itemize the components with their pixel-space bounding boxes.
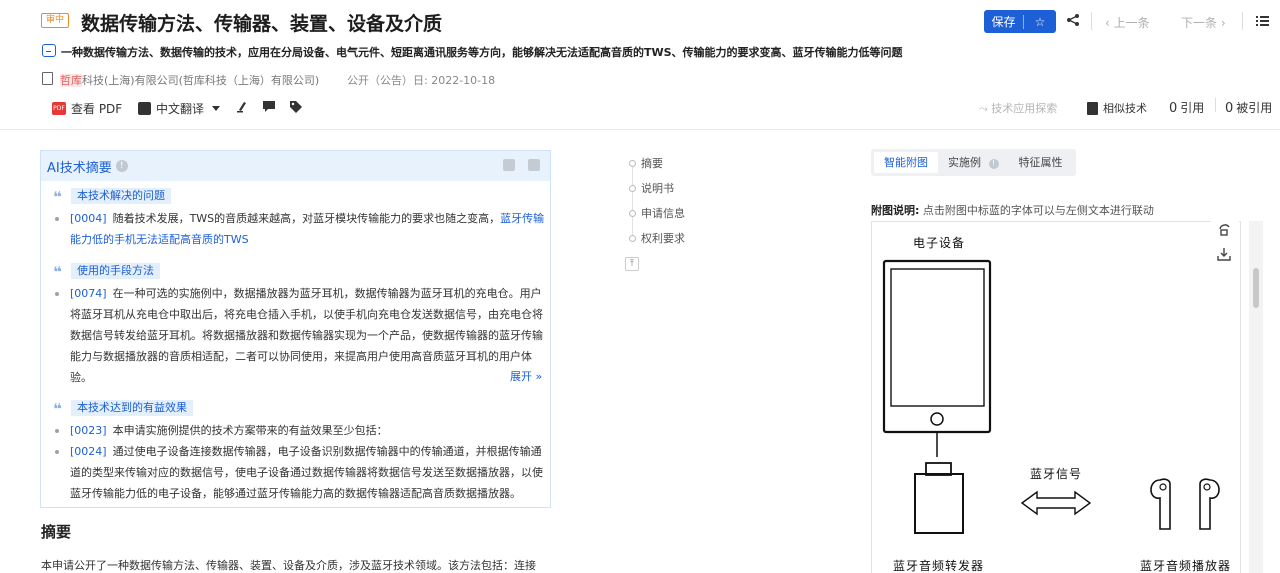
prev-record-button[interactable]: ‹ 上一条	[1105, 14, 1150, 31]
cited-by-count[interactable]: 0 被引用	[1225, 99, 1272, 116]
translate-dropdown[interactable]: 中文翻译	[138, 100, 221, 117]
building-icon	[42, 72, 53, 85]
tech-subtitle: 一种数据传输方法、数据传输的技术，应用在分局设备、电气元件、短距离通讯服务等方向…	[61, 46, 903, 59]
outline-line	[632, 160, 633, 240]
quote-icon: ❝	[53, 188, 62, 206]
ai-summary-header: AI技术摘要 !	[41, 151, 550, 181]
outline-item-abstract[interactable]: 摘要	[629, 155, 663, 171]
paragraph-ref-link[interactable]: [0023]	[70, 424, 107, 437]
figure-label-signal[interactable]: 蓝牙信号	[1030, 465, 1082, 482]
figure-toolbar	[1211, 221, 1239, 267]
download-icon[interactable]	[1217, 247, 1231, 261]
outline-item-description[interactable]: 说明书	[629, 180, 674, 196]
chevron-right-icon: ›	[1217, 16, 1226, 30]
ai-summary-title: AI技术摘要	[47, 160, 112, 176]
divider	[1091, 12, 1092, 30]
thumbs-down-icon[interactable]	[528, 159, 540, 171]
expand-button[interactable]: 展开 »	[510, 368, 542, 384]
similar-tech-button[interactable]: 相似技术	[1087, 100, 1147, 116]
patent-figure[interactable]: 电子设备 蓝牙信号 蓝牙音频转发器 蓝牙音频播放器	[871, 221, 1241, 573]
translate-icon	[138, 102, 151, 115]
document-icon	[1087, 101, 1098, 115]
section-label: 本技术达到的有益效果	[71, 400, 193, 416]
divider	[1242, 12, 1243, 30]
list-menu-icon[interactable]	[1256, 15, 1269, 27]
next-record-button[interactable]: 下一条 ›	[1181, 14, 1226, 31]
caret-down-icon	[212, 106, 221, 111]
tab-embodiment[interactable]: 实施例 !	[938, 152, 1009, 173]
bullet	[55, 292, 59, 296]
summary-paragraph: [0024] 通过使电子设备连接数据传输器，电子设备识别数据传输器中的传输通道，并…	[70, 445, 543, 500]
figure-drawing	[882, 259, 1220, 534]
divider	[1215, 98, 1216, 112]
highlighter-icon[interactable]	[235, 100, 249, 113]
explore-icon: ⤳	[979, 102, 992, 115]
section-label: 使用的手段方法	[71, 263, 160, 279]
outline-dot	[629, 184, 636, 192]
status-badge: 审中	[41, 13, 70, 28]
outline-item-application-info[interactable]: 申请信息	[629, 205, 685, 221]
thumbs-up-icon[interactable]	[503, 159, 515, 171]
info-icon: !	[988, 159, 999, 169]
abstract-heading: 摘要	[41, 523, 72, 541]
comment-icon[interactable]	[262, 100, 276, 113]
tag-icon[interactable]	[289, 100, 303, 113]
back-to-top-icon[interactable]: ⤒	[625, 257, 639, 271]
scrollbar-thumb[interactable]	[1253, 268, 1259, 308]
figure-label-device[interactable]: 电子设备	[913, 234, 965, 251]
tech-explore-button[interactable]: ⤳ 技术应用探索	[979, 100, 1057, 116]
section-label: 本技术解决的问题	[71, 188, 171, 204]
outline-dot	[629, 234, 636, 242]
patent-header: 审中 数据传输方法、传输器、装置、设备及介质 保存 ☆ ‹ 上一条 下一条 › …	[0, 0, 1280, 130]
pdf-icon: PDF	[52, 102, 66, 115]
summary-paragraph: [0023] 本申请实施例提供的技术方案带来的有益效果至少包括：	[70, 424, 388, 437]
bullet	[55, 217, 59, 221]
star-icon[interactable]: ☆	[1024, 15, 1056, 29]
bullet	[55, 429, 59, 433]
tab-features[interactable]: 特征属性	[1009, 152, 1073, 173]
figure-label-player[interactable]: 蓝牙音频播放器	[1140, 557, 1231, 573]
ai-summary-panel: AI技术摘要 ! ❝ 本技术解决的问题 [0004] 随着技术发展，TWS的音质越…	[40, 150, 551, 508]
outline-dot	[629, 159, 636, 167]
quote-icon: ❝	[53, 263, 62, 281]
paragraph-ref-link[interactable]: [0024]	[70, 445, 107, 458]
org-highlight: 哲库	[60, 74, 82, 87]
share-icon[interactable]	[1066, 13, 1080, 27]
paragraph-ref-link[interactable]: [0004]	[70, 212, 107, 225]
cite-count[interactable]: 0 引用	[1169, 99, 1204, 116]
rotate-icon[interactable]	[1217, 223, 1231, 237]
figure-description: 附图说明: 点击附图中标蓝的字体可以与左侧文本进行联动	[871, 204, 1154, 217]
chevron-left-icon: ‹	[1105, 16, 1114, 30]
applicant-org[interactable]: 哲库科技(上海)有限公司(哲库科技（上海）有限公司)	[60, 72, 319, 88]
tab-smart-figure[interactable]: 智能附图	[874, 152, 938, 173]
summary-paragraph: [0004] 随着技术发展，TWS的音质越来越高，对蓝牙模块传输能力的要求也随之变…	[70, 212, 545, 246]
save-button-label: 保存	[984, 14, 1024, 29]
save-button[interactable]: 保存 ☆	[984, 10, 1056, 33]
bullet	[55, 450, 59, 454]
page-title: 数据传输方法、传输器、装置、设备及介质	[81, 13, 443, 35]
outline-dot	[629, 209, 636, 217]
figure-label-transmitter[interactable]: 蓝牙音频转发器	[893, 557, 984, 573]
chevron-down-icon: »	[532, 370, 543, 383]
view-pdf-button[interactable]: PDF 查看 PDF	[52, 100, 122, 117]
info-icon[interactable]: !	[115, 160, 128, 172]
robot-icon	[42, 44, 56, 57]
abstract-text: 本申请公开了一种数据传输方法、传输器、装置、设备及介质，涉及蓝牙技术领域。该方法…	[41, 559, 536, 572]
summary-paragraph: [0074] 在一种可选的实施例中，数据播放器为蓝牙耳机，数据传输器为蓝牙耳机的充…	[70, 287, 543, 384]
quote-icon: ❝	[53, 400, 62, 418]
publication-date: 公开（公告）日: 2022-10-18	[347, 74, 496, 87]
paragraph-ref-link[interactable]: [0074]	[70, 287, 107, 300]
outline-item-claims[interactable]: 权利要求	[629, 230, 685, 246]
figure-tabs: 智能附图 实施例 ! 特征属性	[871, 149, 1076, 176]
